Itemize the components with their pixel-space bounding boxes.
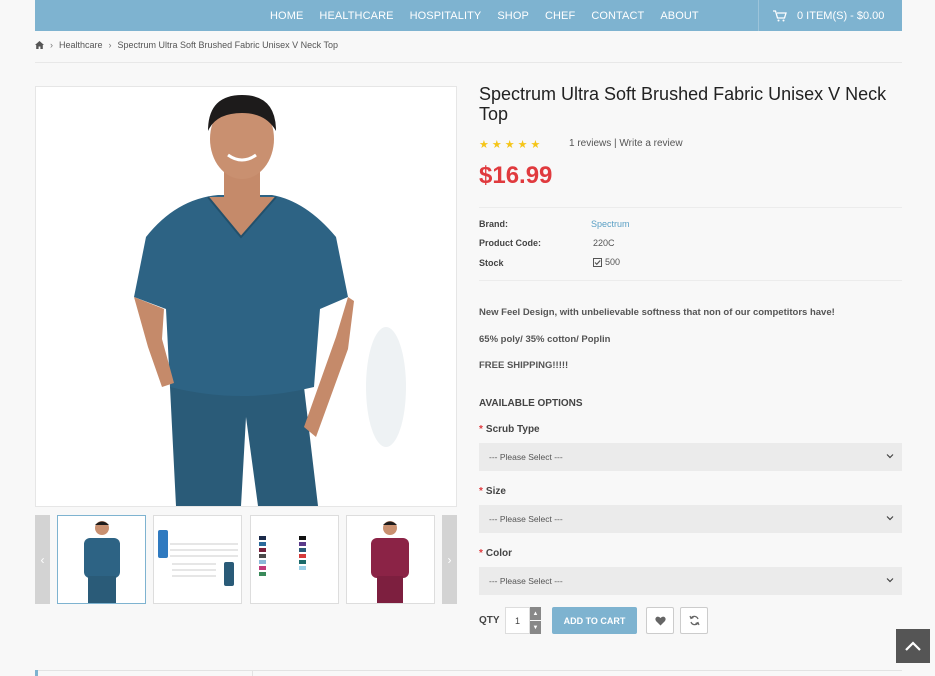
quantity-decrease-button[interactable]: ▼ (530, 621, 541, 634)
product-tabs-border (35, 670, 902, 676)
refresh-icon (688, 615, 700, 626)
size-label: * Size (479, 486, 506, 497)
chevron-down-icon (886, 454, 894, 459)
size-label-text: Size (485, 486, 506, 497)
divider (35, 62, 902, 63)
stock-count: 500 (605, 257, 621, 267)
main-nav: HOME HEALTHCARE HOSPITALITY SHOP CHEF CO… (270, 0, 715, 31)
breadcrumb-current[interactable]: Spectrum Ultra Soft Brushed Fabric Unise… (118, 40, 338, 50)
chevron-left-icon: ‹ (40, 552, 45, 567)
color-select-value: --- Please Select --- (489, 576, 563, 586)
nav-contact[interactable]: CONTACT (591, 10, 644, 22)
thumbnail-1[interactable] (57, 515, 146, 604)
product-title: Spectrum Ultra Soft Brushed Fabric Unise… (479, 84, 887, 124)
divider (479, 280, 902, 281)
required-asterisk: * (479, 486, 483, 497)
required-asterisk: * (479, 548, 483, 559)
size-select-value: --- Please Select --- (489, 514, 563, 524)
blue-scrub-thumbnail (84, 521, 120, 603)
product-code-label: Product Code: (479, 238, 541, 248)
nav-hospitality[interactable]: HOSPITALITY (410, 10, 482, 22)
nav-about[interactable]: ABOUT (660, 10, 698, 22)
tab-accent (35, 670, 38, 676)
required-asterisk: * (479, 424, 483, 435)
thumbnail-4[interactable] (346, 515, 435, 604)
description-line-1: New Feel Design, with unbelievable softn… (479, 307, 835, 318)
quantity-increase-button[interactable]: ▲ (530, 607, 541, 620)
scrub-type-select-value: --- Please Select --- (489, 452, 563, 462)
home-icon[interactable] (35, 41, 44, 49)
chevron-right-icon: › (108, 40, 112, 50)
nav-chef[interactable]: CHEF (545, 10, 575, 22)
wishlist-button[interactable] (646, 607, 674, 634)
compare-button[interactable] (680, 607, 708, 634)
size-chart-thumbnail (158, 530, 238, 586)
add-to-cart-button[interactable]: ADD TO CART (552, 607, 637, 634)
caret-down-icon: ▼ (532, 624, 539, 631)
color-select[interactable]: --- Please Select --- (479, 567, 902, 595)
quantity-input[interactable]: 1 (505, 607, 530, 634)
available-options-heading: AVAILABLE OPTIONS (479, 398, 583, 409)
color-chart-thumbnail (259, 536, 306, 576)
chevron-right-icon: › (447, 552, 452, 567)
thumbnail-prev-button[interactable]: ‹ (35, 515, 50, 604)
description-line-3: FREE SHIPPING!!!!! (479, 360, 569, 371)
checkbox-checked-icon (593, 257, 602, 267)
scrub-type-select[interactable]: --- Please Select --- (479, 443, 902, 471)
nav-healthcare[interactable]: HEALTHCARE (319, 10, 393, 22)
caret-up-icon: ▲ (532, 610, 539, 617)
brand-value-link[interactable]: Spectrum (591, 219, 630, 229)
breadcrumb: › Healthcare › Spectrum Ultra Soft Brush… (35, 40, 338, 50)
scrub-model-image (36, 87, 456, 506)
qty-label: QTY (479, 615, 500, 626)
stock-label: Stock (479, 258, 504, 268)
tab-divider (252, 671, 253, 676)
heart-icon (654, 616, 666, 625)
main-product-image[interactable] (35, 86, 457, 507)
top-navigation-bar: HOME HEALTHCARE HOSPITALITY SHOP CHEF CO… (35, 0, 902, 31)
star-icon: ★ (530, 139, 541, 151)
color-label-text: Color (485, 548, 513, 559)
chevron-right-icon: › (50, 40, 53, 50)
star-icon: ★ (491, 139, 502, 151)
shopping-cart-icon (773, 9, 787, 21)
chevron-down-icon (886, 578, 894, 583)
cart-summary-button[interactable]: 0 ITEM(S) - $0.00 (758, 0, 902, 31)
nav-home[interactable]: HOME (270, 10, 303, 22)
cart-summary-label: 0 ITEM(S) - $0.00 (797, 9, 885, 22)
chevron-down-icon (886, 516, 894, 521)
color-label: * Color (479, 548, 512, 559)
brand-label: Brand: (479, 219, 508, 229)
size-select[interactable]: --- Please Select --- (479, 505, 902, 533)
wine-scrub-thumbnail (371, 521, 409, 603)
scroll-to-top-button[interactable] (896, 629, 930, 663)
chevron-up-icon (905, 641, 921, 651)
reviews-link[interactable]: 1 reviews | Write a review (569, 138, 683, 149)
thumbnail-next-button[interactable]: › (442, 515, 457, 604)
stock-value: 500 (593, 257, 620, 267)
scrub-type-label-text: Scrub Type (485, 424, 540, 435)
star-rating: ★ ★ ★ ★ ★ (479, 138, 540, 151)
description-line-2: 65% poly/ 35% cotton/ Poplin (479, 334, 611, 345)
star-icon: ★ (517, 139, 528, 151)
divider (479, 207, 902, 208)
scrub-type-label: * Scrub Type (479, 424, 540, 435)
product-code-value: 220C (593, 238, 615, 248)
thumbnail-2[interactable] (153, 515, 242, 604)
breadcrumb-healthcare[interactable]: Healthcare (59, 40, 103, 50)
star-icon: ★ (479, 139, 489, 151)
thumbnail-3[interactable] (250, 515, 339, 604)
nav-shop[interactable]: SHOP (497, 10, 529, 22)
product-price: $16.99 (479, 162, 553, 189)
star-icon: ★ (504, 139, 515, 151)
